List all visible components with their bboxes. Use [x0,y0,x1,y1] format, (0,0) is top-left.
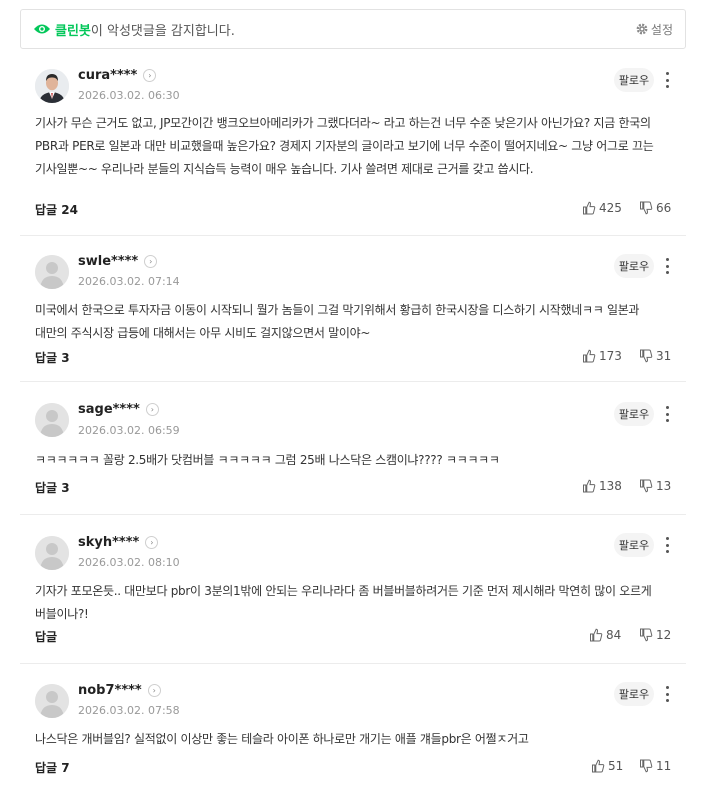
comment-date: 2026.03.02. 08:10 [78,556,180,569]
comment-date: 2026.03.02. 07:14 [78,275,180,288]
comment-author[interactable]: skyh**** › [78,535,159,550]
dislike-button[interactable]: 66 [639,201,671,215]
default-avatar-icon [35,403,69,437]
cleanbot-brand: 클린봇 [55,23,91,39]
comment-author[interactable]: sage**** › [78,402,159,417]
dislike-button[interactable]: 12 [639,628,671,642]
like-count: 84 [606,628,622,642]
like-count: 425 [599,201,622,215]
dislike-count: 11 [656,759,672,773]
comment-text: 나스닥은 개버블임? 실적없이 이상만 좋는 테슬라 아이폰 하나로만 개기는 … [35,732,529,746]
thumbs-up-icon [592,759,605,773]
comment-author[interactable]: cura**** › [78,68,157,83]
thumbs-down-icon [640,759,653,773]
like-button[interactable]: 51 [591,759,623,773]
reply-count-button[interactable]: 답글 24 [35,201,78,218]
like-button[interactable]: 138 [582,479,622,493]
like-count: 138 [599,479,622,493]
gear-icon [636,23,648,35]
dislike-button[interactable]: 11 [639,759,671,773]
settings-button[interactable]: 설정 [636,21,673,38]
reply-count-button[interactable]: 답글 3 [35,349,70,366]
more-options-icon[interactable] [664,537,670,553]
follow-button[interactable]: 팔로우 [614,254,654,278]
comment-author[interactable]: swle**** › [78,254,158,269]
chevron-right-icon[interactable]: › [143,69,157,82]
default-avatar-icon [35,255,69,289]
thumbs-up-icon [583,479,596,493]
chevron-right-icon[interactable]: › [145,403,159,416]
more-options-icon[interactable] [664,686,670,702]
thumbs-down-icon [640,201,653,215]
author-name: sage**** [78,402,140,417]
like-button[interactable]: 173 [582,349,622,363]
thumbs-down-icon [640,479,653,493]
comment-text: 기자가 포모온듯.. 대만보다 pbr이 3분의1밖에 안되는 우리나라다 좀 … [35,584,652,621]
thumbs-up-icon [583,201,596,215]
comment-item: skyh**** › 2026.03.02. 08:10 팔로우 기자가 포모온… [20,515,686,664]
avatar[interactable] [35,684,69,718]
comment-item: cura**** › 2026.03.02. 06:30 팔로우 기사가 무슨 … [20,52,686,236]
like-button[interactable]: 425 [582,201,622,215]
thumbs-up-icon [590,628,603,642]
comment-item: sage**** › 2026.03.02. 06:59 팔로우 ㅋㅋㅋㅋㅋㅋ … [20,382,686,515]
cleanbot-message: 이 악성댓글을 감지합니다. [90,23,235,39]
avatar[interactable] [35,69,69,103]
dislike-button[interactable]: 13 [639,479,671,493]
follow-button[interactable]: 팔로우 [614,402,654,426]
author-name: skyh**** [78,535,140,550]
avatar[interactable] [35,403,69,437]
more-options-icon[interactable] [664,406,670,422]
dislike-count: 31 [656,349,672,363]
like-count: 51 [608,759,624,773]
comment-text: 기사가 무슨 근거도 없고, JP모간이간 뱅크오브아메리카가 그랬다더라~ 라… [35,116,654,176]
follow-button[interactable]: 팔로우 [614,682,654,706]
cleanbot-banner: 클린봇 이 악성댓글을 감지합니다. 설정 [20,9,686,49]
like-button[interactable]: 84 [589,628,621,642]
default-avatar-icon [35,536,69,570]
avatar[interactable] [35,255,69,289]
chevron-right-icon[interactable]: › [147,684,161,697]
avatar[interactable] [35,536,69,570]
comment-item: nob7**** › 2026.03.02. 07:58 팔로우 나스닥은 개버… [20,664,686,792]
eye-icon [33,22,51,36]
comment-text: ㅋㅋㅋㅋㅋㅋ 꼴랑 2.5배가 닷컴버블 ㅋㅋㅋㅋㅋ 그럼 25배 나스닥은 스… [35,453,500,467]
more-options-icon[interactable] [664,72,670,88]
thumbs-down-icon [640,628,653,642]
author-name: swle**** [78,254,139,269]
chevron-right-icon[interactable]: › [144,255,158,268]
reply-count-button[interactable]: 답글 7 [35,759,70,776]
author-name: cura**** [78,68,138,83]
author-name: nob7**** [78,683,142,698]
dislike-count: 66 [656,201,672,215]
comment-date: 2026.03.02. 06:30 [78,89,180,102]
reply-count-button[interactable]: 답글 [35,628,57,645]
follow-button[interactable]: 팔로우 [614,533,654,557]
default-avatar-icon [35,684,69,718]
chevron-right-icon[interactable]: › [145,536,159,549]
dislike-button[interactable]: 31 [639,349,671,363]
thumbs-up-icon [583,349,596,363]
more-options-icon[interactable] [664,258,670,274]
comment-item: swle**** › 2026.03.02. 07:14 팔로우 미국에서 한국… [20,236,686,382]
reply-count-button[interactable]: 답글 3 [35,479,70,496]
thumbs-down-icon [640,349,653,363]
comment-text: 미국에서 한국으로 투자자금 이동이 시작되니 뭘가 놈들이 그걸 막기위해서 … [35,303,640,340]
like-count: 173 [599,349,622,363]
comment-date: 2026.03.02. 06:59 [78,424,180,437]
follow-button[interactable]: 팔로우 [614,68,654,92]
comment-author[interactable]: nob7**** › [78,683,161,698]
dislike-count: 12 [656,628,672,642]
dislike-count: 13 [656,479,672,493]
comment-date: 2026.03.02. 07:58 [78,704,180,717]
settings-label: 설정 [650,22,673,37]
